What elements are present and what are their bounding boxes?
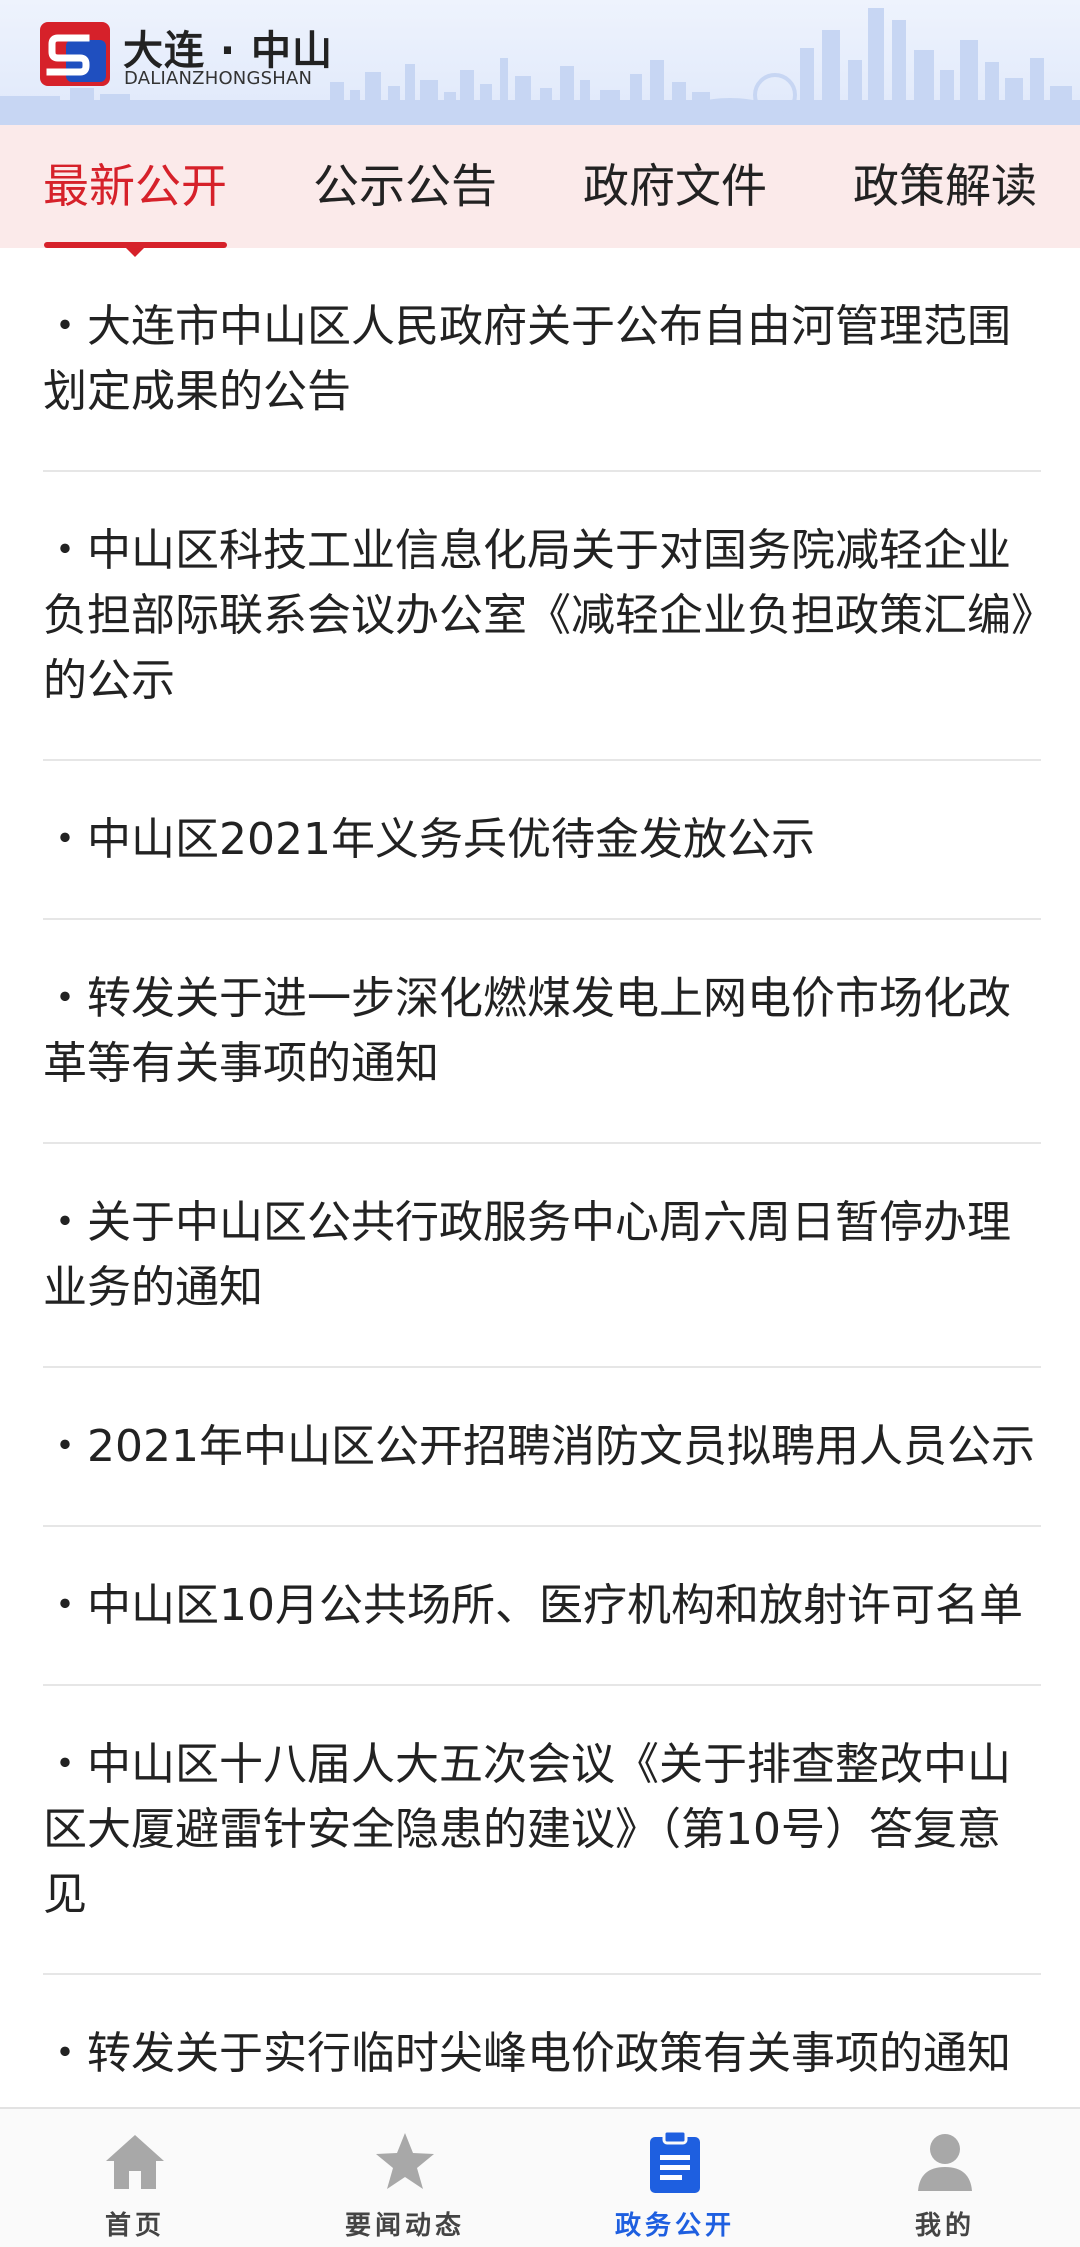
list-item-title: ・中山区科技工业信息化局关于对国务院减轻企业负担部际联系会议办公室《减轻企业负担… [43, 525, 1033, 706]
nav-profile-label: 我的 [914, 2211, 975, 2241]
nav-government-affairs-label: 政务公开 [614, 2211, 735, 2241]
list-item-title: ・转发关于进一步深化燃煤发电上网电价市场化改革等有关事项的通知 [43, 973, 1011, 1089]
nav-government-affairs[interactable]: 政务公开 [540, 2109, 810, 2247]
nav-profile[interactable]: 我的 [810, 2109, 1080, 2247]
nav-news-label: 要闻动态 [344, 2211, 465, 2241]
home-icon [106, 2135, 164, 2189]
clipboard-icon [650, 2129, 700, 2193]
list-item-title: ・转发关于实行临时尖峰电价政策有关事项的通知 [43, 2028, 1011, 2079]
header-banner: 大连 · 中山 DALIANZHONGSHAN [0, 0, 1080, 125]
list-item[interactable]: ・2021年中山区公开招聘消防文员拟聘用人员公示 [43, 1368, 1041, 1527]
category-tabs: 最新公开 公示公告 政府文件 政策解读 [0, 125, 1080, 257]
logo-icon [40, 22, 110, 86]
list-item-title: ・中山区2021年义务兵优待金发放公示 [43, 814, 815, 865]
list-item[interactable]: ・关于中山区公共行政服务中心周六周日暂停办理业务的通知 [43, 1144, 1041, 1368]
nav-home[interactable]: 首页 [0, 2109, 270, 2247]
list-item[interactable]: ・中山区10月公共场所、医疗机构和放射许可名单 [43, 1527, 1041, 1686]
tab-policy-interpretation[interactable]: 政策解读 [830, 125, 1060, 248]
tab-announcements[interactable]: 公示公告 [290, 125, 520, 248]
app-page: 大连 · 中山 DALIANZHONGSHAN 最新公开 公示公告 政府文件 政… [0, 0, 1080, 2247]
nav-home-label: 首页 [104, 2211, 165, 2241]
brand-subtitle: DALIANZHONGSHAN [124, 68, 313, 89]
list-item[interactable]: ・大连市中山区人民政府关于公布自由河管理范围划定成果的公告 [43, 248, 1041, 472]
list-item[interactable]: ・中山区十八届人大五次会议《关于排查整改中山区大厦避雷针安全隐患的建议》（第10… [43, 1686, 1041, 1975]
list-item[interactable]: ・中山区科技工业信息化局关于对国务院减轻企业负担部际联系会议办公室《减轻企业负担… [43, 472, 1041, 761]
list-item[interactable]: ・转发关于进一步深化燃煤发电上网电价市场化改革等有关事项的通知 [43, 920, 1041, 1144]
star-icon [376, 2133, 434, 2189]
article-list: ・大连市中山区人民政府关于公布自由河管理范围划定成果的公告 ・中山区科技工业信息… [43, 248, 1041, 2134]
tab-latest[interactable]: 最新公开 [20, 125, 250, 248]
list-item-title: ・大连市中山区人民政府关于公布自由河管理范围划定成果的公告 [43, 301, 1011, 417]
tab-government-documents[interactable]: 政府文件 [560, 125, 790, 248]
list-item-title: ・2021年中山区公开招聘消防文员拟聘用人员公示 [43, 1421, 1035, 1472]
list-item-title: ・中山区十八届人大五次会议《关于排查整改中山区大厦避雷针安全隐患的建议》（第10… [43, 1739, 1011, 1920]
bottom-navigation: 首页 要闻动态 政务公开 我的 [0, 2107, 1080, 2247]
list-item-title: ・中山区10月公共场所、医疗机构和放射许可名单 [43, 1580, 1023, 1631]
nav-news[interactable]: 要闻动态 [270, 2109, 540, 2247]
user-icon [918, 2134, 972, 2191]
list-item-title: ・关于中山区公共行政服务中心周六周日暂停办理业务的通知 [43, 1197, 1011, 1313]
list-item[interactable]: ・中山区2021年义务兵优待金发放公示 [43, 761, 1041, 920]
